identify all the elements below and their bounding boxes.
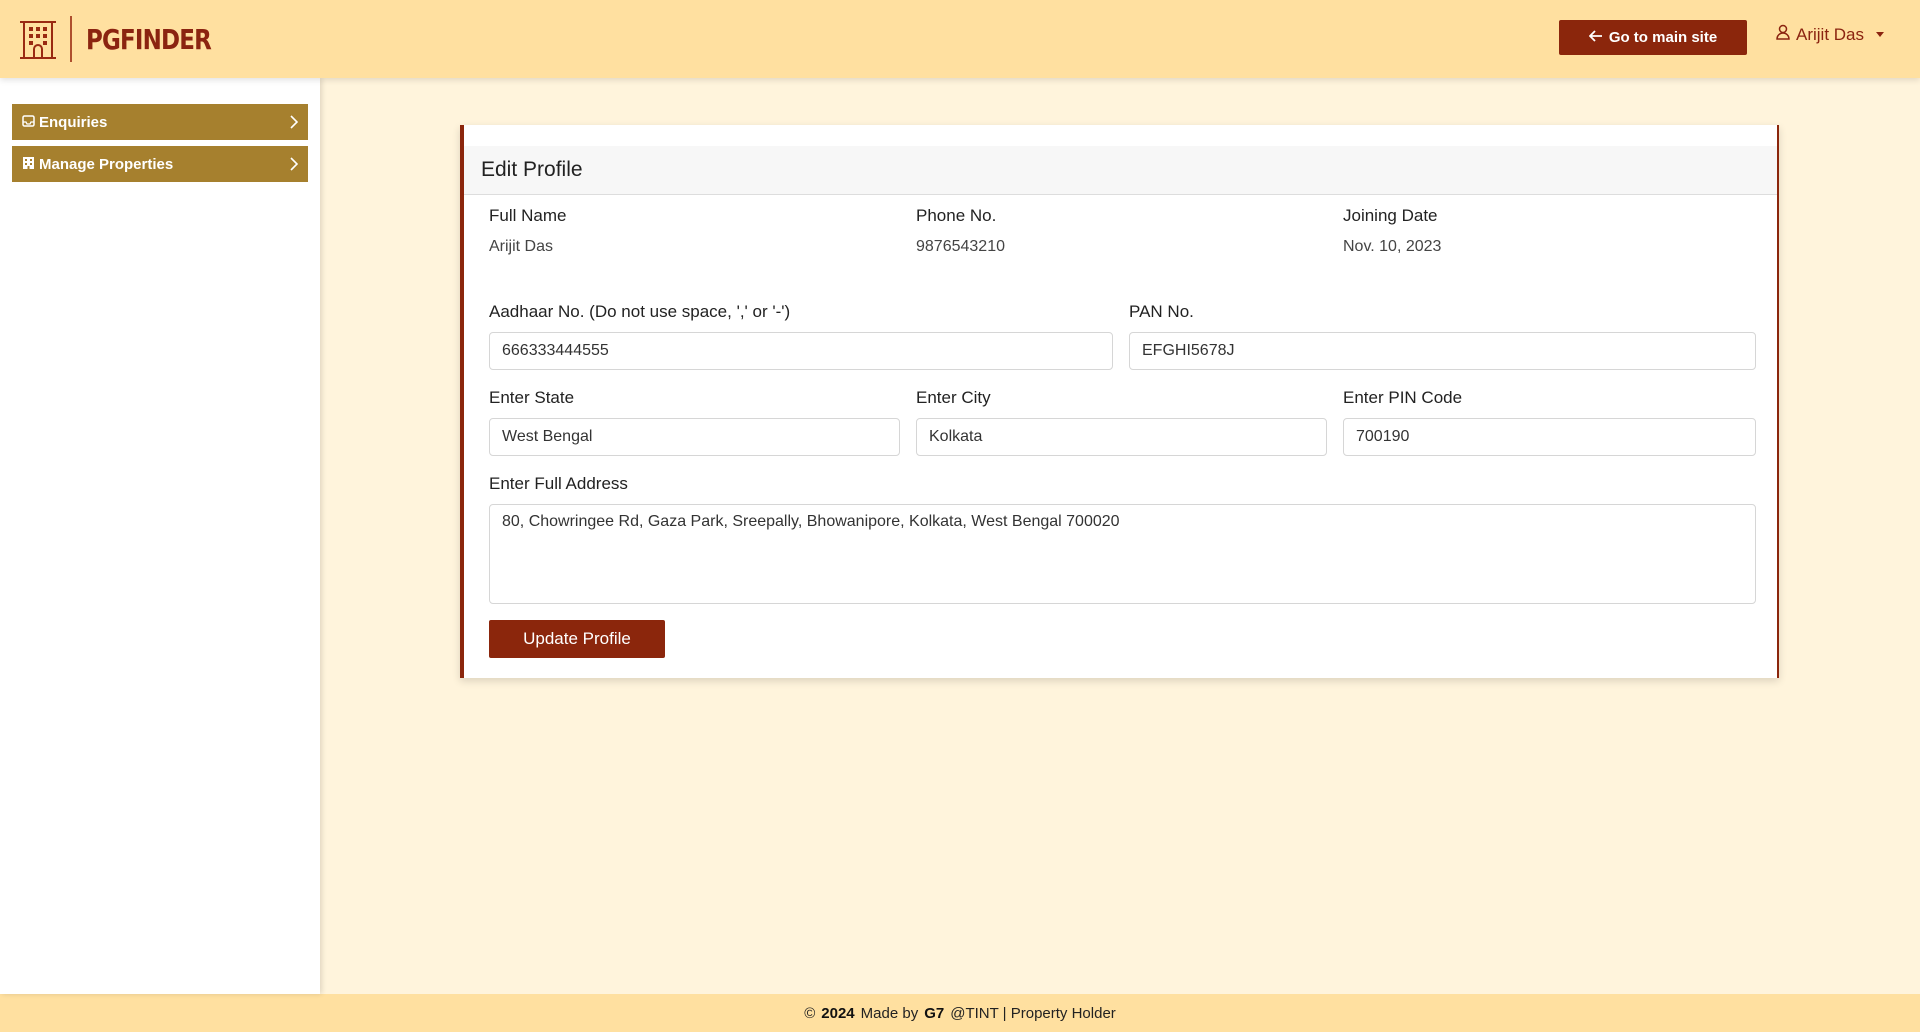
caret-down-icon	[1876, 32, 1885, 37]
aadhaar-label: Aadhaar No. (Do not use space, ',' or '-…	[489, 302, 791, 321]
user-icon	[1776, 24, 1790, 45]
user-dropdown[interactable]: Arijit Das	[1776, 24, 1885, 45]
update-profile-button[interactable]: Update Profile	[489, 620, 665, 658]
edit-profile-card: Edit Profile Full Name Arijit Das Phone …	[460, 125, 1779, 678]
sidebar: Enquiries Manage Properties	[0, 78, 320, 994]
go-to-main-site-button[interactable]: Go to main site	[1559, 20, 1747, 55]
state-input[interactable]: West Bengal	[489, 418, 900, 456]
user-name: Arijit Das	[1796, 24, 1865, 44]
pin-code-label: Enter PIN Code	[1343, 388, 1463, 407]
address-textarea[interactable]: 80, Chowringee Rd, Gaza Park, Sreepally,…	[489, 504, 1756, 604]
city-label: Enter City	[916, 388, 991, 407]
phone-label: Phone No.	[916, 206, 997, 225]
aadhaar-input[interactable]: 666333444555	[489, 332, 1113, 370]
sidebar-item-enquiries[interactable]: Enquiries	[12, 104, 308, 140]
footer-rest: @TINT | Property Holder	[950, 1004, 1116, 1022]
pan-label: PAN No.	[1129, 302, 1194, 321]
full-name-label: Full Name	[489, 206, 567, 225]
state-label: Enter State	[489, 388, 575, 407]
copyright-symbol: ©	[804, 1004, 816, 1022]
building-icon	[22, 156, 35, 173]
full-name-value: Arijit Das	[489, 238, 554, 255]
building-icon	[20, 18, 56, 60]
top-navbar: PGFINDER Go to main site Arijit Das	[0, 0, 1920, 78]
arrow-left-icon	[1588, 29, 1603, 46]
phone-value: 9876543210	[916, 238, 1005, 255]
chevron-right-icon	[290, 115, 299, 133]
card-header: Edit Profile	[464, 146, 1777, 195]
brand-name: PGFINDER	[86, 22, 212, 56]
pan-input[interactable]: EFGHI5678J	[1129, 332, 1756, 370]
logo-divider	[70, 16, 72, 62]
page-title: Edit Profile	[481, 158, 583, 181]
go-to-main-site-label: Go to main site	[1608, 29, 1718, 46]
sidebar-item-label: Manage Properties	[39, 155, 174, 173]
joining-date-label: Joining Date	[1343, 206, 1438, 225]
inbox-icon	[22, 114, 35, 131]
city-input[interactable]: Kolkata	[916, 418, 1327, 456]
brand-logo[interactable]: PGFINDER	[20, 16, 238, 62]
footer-made-by: Made by	[860, 1004, 919, 1022]
sidebar-item-label: Enquiries	[39, 113, 108, 131]
footer-team: G7	[924, 1004, 945, 1022]
joining-date-value: Nov. 10, 2023	[1343, 238, 1442, 255]
chevron-right-icon	[290, 157, 299, 175]
footer: © 2024 Made by G7 @TINT | Property Holde…	[0, 994, 1920, 1032]
sidebar-item-manage-properties[interactable]: Manage Properties	[12, 146, 308, 182]
footer-year: 2024	[821, 1004, 855, 1022]
pin-code-input[interactable]: 700190	[1343, 418, 1756, 456]
address-label: Enter Full Address	[489, 474, 628, 493]
